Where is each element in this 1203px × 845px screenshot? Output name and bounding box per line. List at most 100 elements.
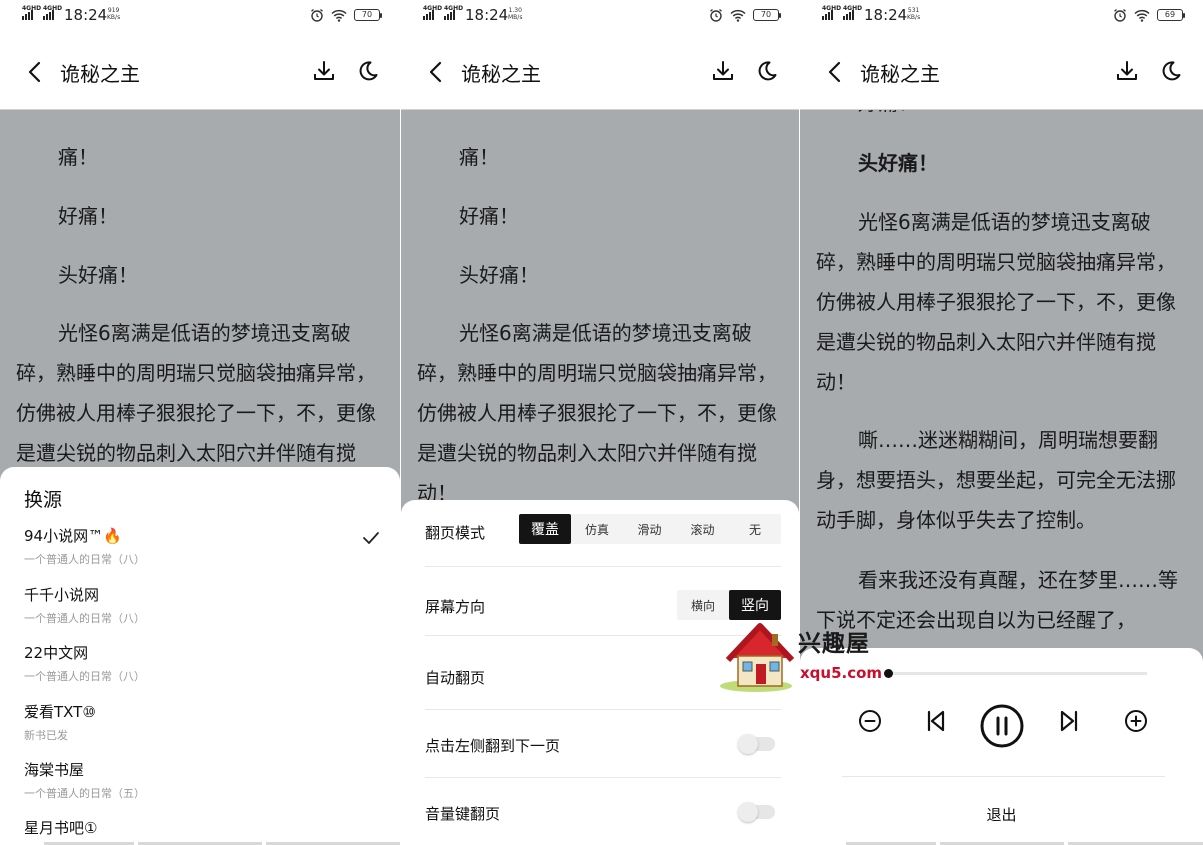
- source-name: 海棠书屋: [24, 761, 85, 779]
- source-chapter: 一个普通人的日常（八）: [24, 553, 145, 566]
- source-name: 22中文网: [24, 644, 89, 662]
- speed-up-icon[interactable]: [1123, 708, 1149, 734]
- alarm-icon: [1114, 9, 1126, 22]
- reader-paragraph: 好痛！: [459, 204, 519, 228]
- site-watermark: 兴趣屋 xqu5.com: [716, 618, 896, 696]
- source-name: 千千小说网: [24, 586, 100, 604]
- page-mode-option[interactable]: 覆盖: [519, 514, 571, 544]
- download-icon[interactable]: [711, 59, 735, 83]
- source-name: 星月书吧①: [24, 819, 98, 837]
- network-indicators: 4GHD 4GHD: [822, 5, 862, 20]
- source-item[interactable]: 爱看TXT⑩ 新书已发: [24, 701, 380, 759]
- reader-toolbar: 诡秘之主: [800, 34, 1203, 110]
- watermark-url: xqu5.com: [800, 664, 883, 682]
- book-title: 诡秘之主: [461, 62, 541, 86]
- source-item[interactable]: 94小说网™🔥 一个普通人的日常（八）: [24, 525, 380, 583]
- reader-paragraph: 痛！: [459, 145, 499, 169]
- page-mode-option[interactable]: 无: [729, 514, 781, 544]
- page-mode-option[interactable]: 滑动: [623, 514, 676, 544]
- previous-icon[interactable]: [923, 708, 949, 734]
- divider: [842, 776, 1165, 777]
- wifi-icon: [331, 9, 347, 22]
- clock: 18:24: [64, 6, 108, 24]
- setting-label: 点击左侧翻到下一页: [425, 737, 561, 755]
- book-title: 诡秘之主: [60, 62, 140, 86]
- setting-label: 屏幕方向: [425, 598, 486, 616]
- page-mode-option[interactable]: 滚动: [676, 514, 729, 544]
- battery-icon: 69: [1157, 9, 1185, 21]
- download-icon[interactable]: [312, 59, 336, 83]
- back-arrow-icon[interactable]: [425, 60, 447, 84]
- source-chapter: 一个普通人的日常（八）: [24, 670, 145, 683]
- status-right: 70: [709, 8, 781, 22]
- reader-paragraph: 头好痛！: [58, 263, 138, 287]
- download-icon[interactable]: [1115, 59, 1139, 83]
- alarm-icon: [710, 9, 722, 22]
- reader-toolbar: 诡秘之主: [401, 34, 799, 110]
- setting-volume-key: 音量键翻页: [425, 779, 781, 845]
- source-chapter: 一个普通人的日常（八）: [24, 612, 145, 625]
- status-right: 70: [310, 8, 382, 22]
- setting-label: 自动翻页: [425, 669, 486, 687]
- source-name: 94小说网™🔥: [24, 527, 122, 545]
- speed-down-icon[interactable]: [857, 708, 883, 734]
- clock: 18:24: [864, 6, 908, 24]
- night-mode-icon[interactable]: [1159, 59, 1183, 83]
- status-bar: 4GHD 4GHD 18:24 919 KB/s 70: [0, 0, 400, 34]
- house-logo-icon: [720, 623, 795, 692]
- volume-key-toggle[interactable]: [738, 802, 775, 822]
- phone-panel-tts: 4GHD 4GHD 18:24 531KB/s 69 好痛！ 头好痛！ 光怪6离…: [800, 0, 1203, 845]
- status-bar: 4GHD 4GHD 18:24 1.30 MB/s 70: [401, 0, 799, 34]
- setting-tap-left: 点击左侧翻到下一页: [425, 711, 781, 778]
- watermark-name: 兴趣屋: [798, 631, 870, 657]
- wifi-icon: [730, 9, 746, 22]
- network-speed: 919 KB/s: [107, 7, 121, 21]
- source-item[interactable]: 海棠书屋 一个普通人的日常（五）: [24, 759, 380, 817]
- source-item[interactable]: 星月书吧①: [24, 817, 380, 845]
- back-arrow-icon[interactable]: [824, 60, 846, 84]
- tap-left-toggle[interactable]: [738, 734, 775, 754]
- network-indicators: 4GHD 4GHD: [423, 5, 463, 20]
- network-speed: 531 KB/s: [907, 7, 921, 21]
- exit-button[interactable]: 退出: [800, 804, 1203, 825]
- orientation-option[interactable]: 竖向: [729, 590, 781, 620]
- signal-icon: 4GHD: [22, 5, 41, 20]
- book-title: 诡秘之主: [860, 62, 940, 86]
- status-right: 69: [1113, 8, 1185, 22]
- night-mode-icon[interactable]: [755, 59, 779, 83]
- source-item[interactable]: 22中文网 一个普通人的日常（八）: [24, 642, 380, 700]
- reader-paragraph: 好痛！: [58, 204, 118, 228]
- page-mode-option[interactable]: 仿真: [571, 514, 623, 544]
- clock: 18:24: [465, 6, 509, 24]
- source-chapter: 一个普通人的日常（五）: [24, 787, 145, 800]
- status-bar: 4GHD 4GHD 18:24 531 KB/s 69: [800, 0, 1203, 34]
- reader-paragraph: 光怪6离满是低语的梦境迅支离破碎，熟睡中的周明瑞只觉脑袋抽痛异常，仿佛被人用棒子…: [816, 210, 1176, 394]
- reader-toolbar: 诡秘之主: [0, 34, 400, 110]
- signal-icon: 4GHD: [444, 5, 463, 20]
- battery-icon: 70: [354, 9, 382, 21]
- reader-paragraph: 嘶……迷迷糊糊间，周明瑞想要翻身，想要捂头，想要坐起，可完全无法挪动手脚，身体似…: [816, 428, 1176, 532]
- signal-icon: 4GHD: [822, 5, 841, 20]
- sheet-title: 换源: [24, 489, 63, 511]
- setting-page-mode: 翻页模式 覆盖 仿真 滑动 滚动 无: [425, 500, 781, 567]
- back-arrow-icon[interactable]: [24, 60, 46, 84]
- night-mode-icon[interactable]: [356, 59, 380, 83]
- phone-panel-source: 4GHD 4GHD 18:24 919 KB/s 70 诡秘之主 痛！ 好痛！ 头…: [0, 0, 400, 845]
- tts-progress-track[interactable]: [886, 672, 1147, 675]
- alarm-icon: [311, 9, 323, 22]
- check-icon: [363, 532, 379, 544]
- next-icon[interactable]: [1056, 708, 1082, 734]
- battery-icon: 70: [753, 9, 781, 21]
- reader-paragraph: 头好痛！: [459, 263, 539, 287]
- signal-icon: 4GHD: [43, 5, 62, 20]
- source-chapter: 新书已发: [24, 729, 68, 742]
- reader-paragraph: 痛！: [58, 145, 98, 169]
- network-indicators: 4GHD 4GHD: [22, 5, 62, 20]
- source-item[interactable]: 千千小说网 一个普通人的日常（八）: [24, 584, 380, 642]
- network-speed: 1.30 MB/s: [508, 7, 523, 21]
- setting-label: 翻页模式: [425, 524, 486, 542]
- orientation-option[interactable]: 横向: [677, 590, 729, 620]
- orientation-segmented: 横向 竖向: [677, 590, 781, 620]
- setting-label: 音量键翻页: [425, 805, 501, 823]
- pause-icon[interactable]: [980, 704, 1024, 748]
